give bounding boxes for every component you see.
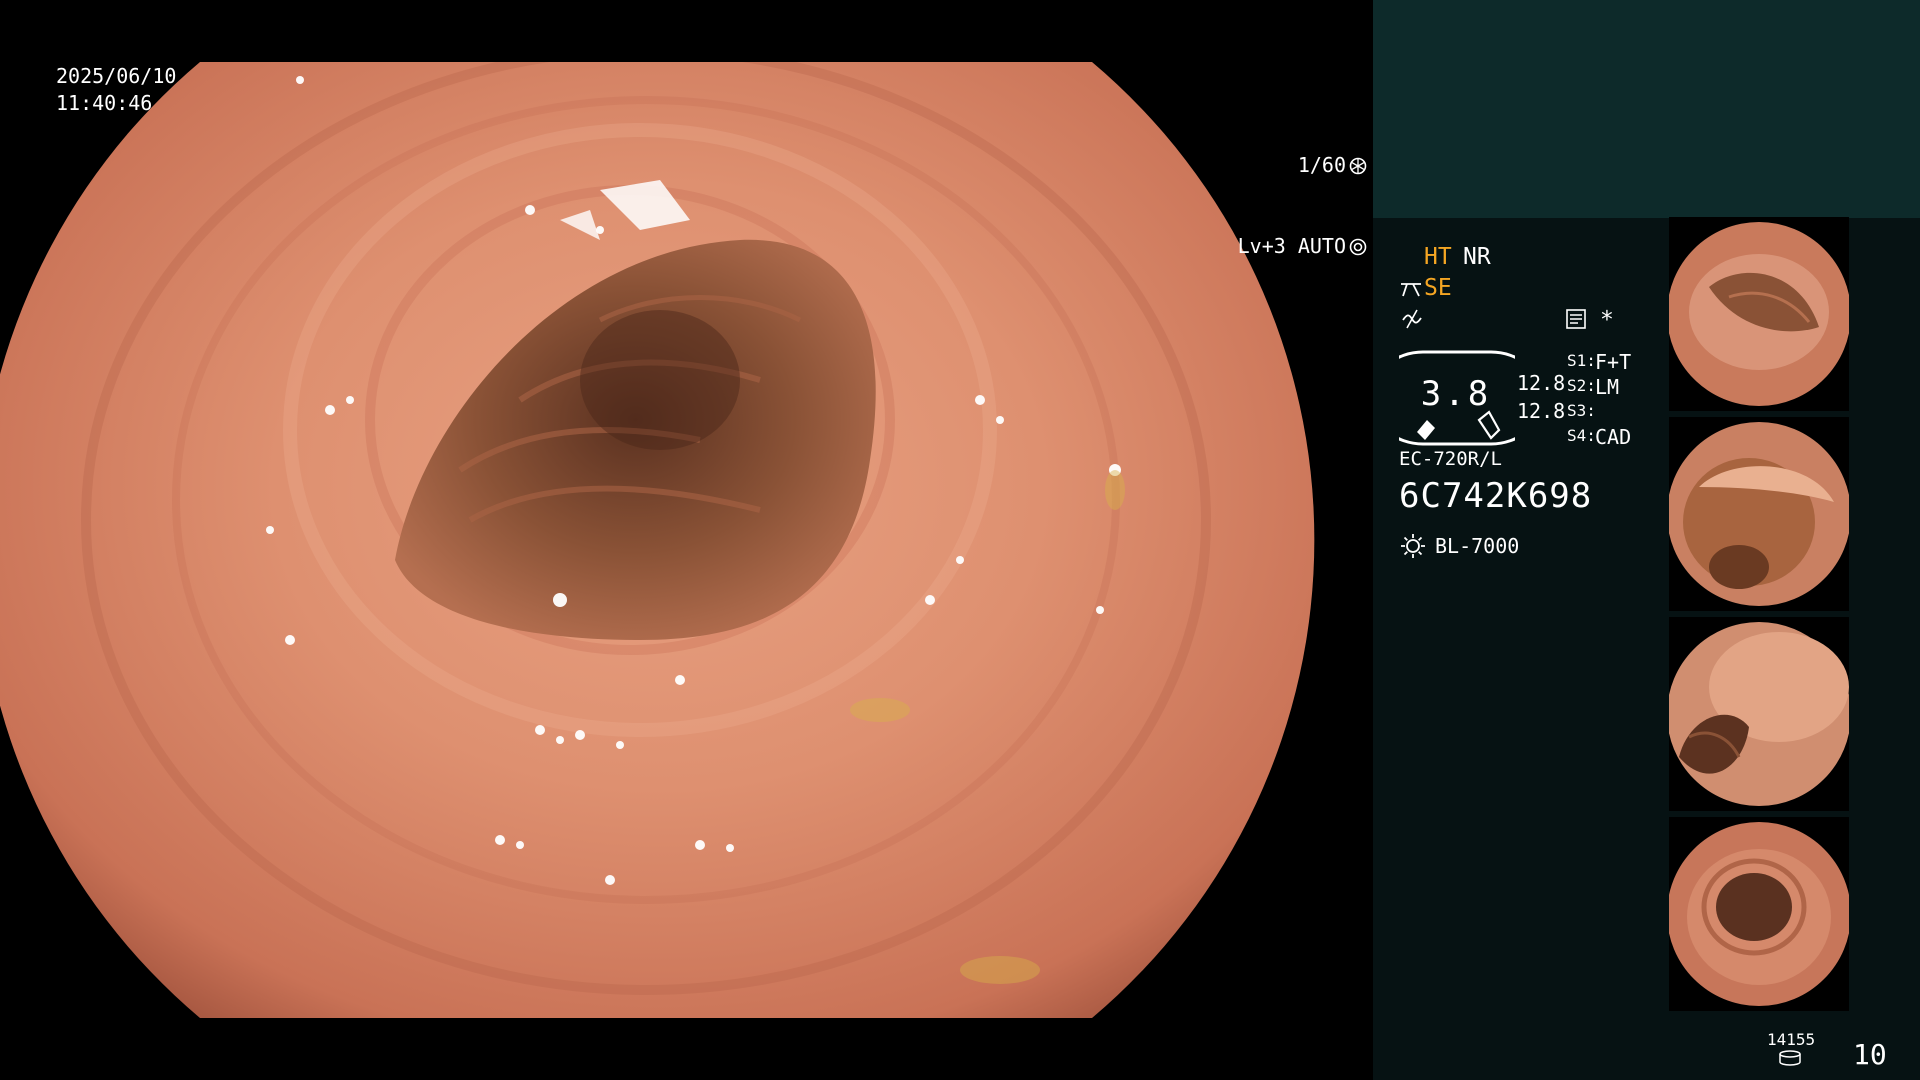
capture-thumbnail[interactable] [1669,217,1849,411]
date: 2025/06/10 [56,64,177,88]
ht-mode: HT [1424,244,1452,270]
s2-value: LM [1595,375,1620,399]
nr-mode: NR [1463,244,1491,270]
info-panel: HT NR SE * 3.8 12.8 12.8 S1: F+T S2: LM … [1373,0,1920,1080]
thumbnail-image [1669,222,1849,406]
exposure-readout: 1/60 Lv+3 AUTO [1051,98,1373,314]
level-row: Lv+3 AUTO [1051,233,1367,260]
value-a: 12.8 [1517,371,1566,395]
shutter-speed: 1/60 [1297,153,1346,177]
thumbnail-image [1669,622,1849,806]
scissors-icon [1401,283,1421,297]
datetime-readout: 2025/06/10 11:40:46 [56,63,176,117]
se-mode: SE [1424,275,1452,301]
drive-icon [1779,1050,1801,1066]
s2-label: S2: [1567,376,1596,395]
storage-remaining: 14155 [1767,1030,1816,1049]
light-source: BL-7000 [1399,532,1519,560]
image-count: 10 [1853,1038,1887,1071]
gauge-value: 3.8 [1420,374,1492,414]
s1-label: S1: [1567,351,1596,370]
endoscope-live-view: 2025/06/10 11:40:46 1/60 Lv+3 AUTO [0,0,1373,1080]
s4-value: CAD [1595,425,1632,449]
shutter-row: 1/60 [1051,152,1367,179]
s4-label: S4: [1567,426,1596,445]
time: 11:40:46 [56,91,153,115]
value-b: 12.8 [1517,399,1566,423]
lamp-icon [1401,534,1425,558]
light-source-label: BL-7000 [1435,534,1520,558]
capture-thumbnail[interactable] [1669,417,1849,611]
thumbnail-image [1669,822,1849,1006]
asterisk-indicator: * [1600,307,1614,333]
scope-serial: 6C742K698 [1399,476,1593,516]
scope-model: EC-720R/L [1399,448,1502,470]
memo-icon [1566,309,1586,329]
panel-header-area [1373,0,1920,218]
s1-value: F+T [1595,350,1632,374]
brightness-level: Lv+3 AUTO [1237,234,1346,258]
s3-label: S3: [1567,401,1596,420]
thumbnail-image [1669,422,1849,606]
iris-icon [1349,238,1367,255]
capture-thumbnail[interactable] [1669,817,1849,1011]
capture-thumbnail[interactable] [1669,617,1849,811]
aperture-icon [1349,157,1367,174]
tilde-icon [1402,309,1422,329]
